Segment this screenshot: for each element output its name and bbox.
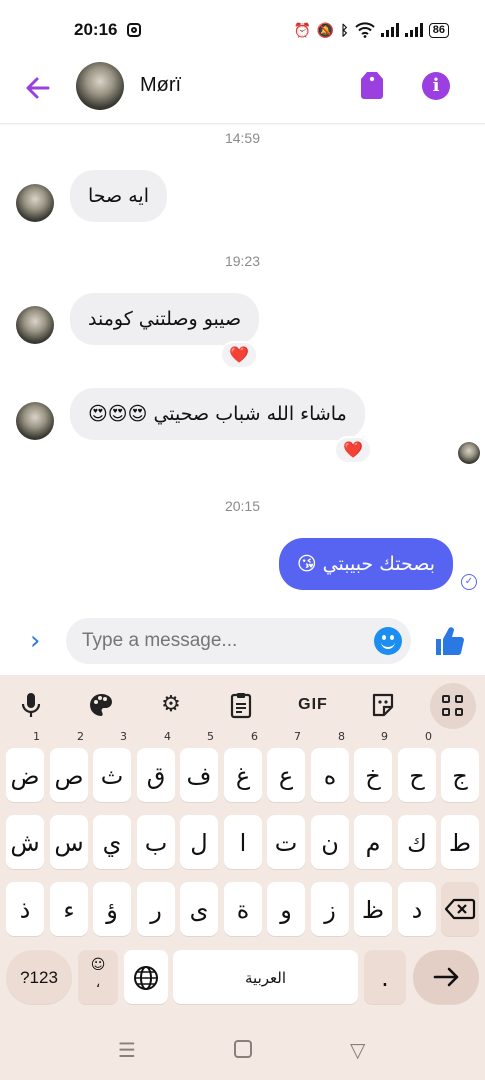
keyboard: ⚙ GIF 1ض 2ص 3ث 4ق 5ف 6غ 7ع 8ه 9خ 0ح ج ش … [0,675,485,1080]
key[interactable]: 1ض [6,730,44,802]
outgoing-message[interactable]: بصحتك حبيبتي 😘 [278,538,453,590]
key[interactable]: ء [50,882,88,936]
bluetooth-icon: ᛒ [340,22,349,38]
message-input[interactable] [66,618,411,664]
comma-label: ، [95,975,101,991]
key[interactable]: 6غ [224,730,262,802]
gear-icon[interactable]: ⚙ [158,691,184,719]
heart-reaction[interactable]: ❤️ [334,436,372,464]
message-composer: › [0,612,485,672]
seen-avatar [458,442,480,464]
palette-icon[interactable] [88,691,114,719]
sent-check-icon: ✓ [461,574,477,590]
language-key[interactable] [124,950,168,1004]
sticker-icon[interactable] [370,691,396,719]
incoming-message[interactable]: ايه صحا [70,170,167,222]
key[interactable]: ت [267,815,305,869]
key[interactable]: 4ق [137,730,175,802]
signal-icon-2 [404,23,423,37]
tag-icon[interactable] [358,70,386,100]
mute-icon: 🔕 [316,21,335,38]
screen: 20:16 ⏰ 🔕 ᛒ 86 Mørï i 14:59 ايه صحا 19:2… [0,0,485,1080]
sender-avatar[interactable] [16,306,54,344]
key[interactable]: 2ص [50,730,88,802]
instagram-notification-icon [127,23,142,37]
info-icon[interactable]: i [422,72,450,100]
status-icons: ⏰ 🔕 ᛒ 86 [293,22,449,39]
incoming-message[interactable]: صيبو وصلتني كومند [70,293,260,345]
key[interactable]: ج [441,748,479,802]
key[interactable]: 5ف [180,730,218,802]
thumbs-up-icon[interactable] [433,624,467,658]
timestamp-separator: 14:59 [224,130,261,146]
battery-indicator: 86 [428,22,449,38]
contact-avatar[interactable] [76,62,124,110]
back-arrow-icon[interactable] [22,72,54,104]
key[interactable]: ك [398,815,436,869]
key[interactable]: و [267,882,305,936]
key[interactable]: ر [137,882,175,936]
period-key[interactable]: . [364,950,406,1004]
keyboard-toolbar: ⚙ GIF [0,675,485,737]
home-icon[interactable] [234,1040,252,1058]
status-time: 20:16 [74,20,118,39]
key[interactable]: ظ [354,882,392,936]
key[interactable]: ي [93,815,131,869]
key[interactable]: ز [311,882,349,936]
key[interactable]: ش [6,815,44,869]
key[interactable]: ى [180,882,218,936]
backspace-key[interactable] [441,882,479,936]
sender-avatar[interactable] [16,184,54,222]
key[interactable]: م [354,815,392,869]
space-bar[interactable]: العربية [173,950,358,1004]
gif-button[interactable]: GIF [294,691,332,719]
heart-reaction[interactable]: ❤️ [220,341,258,369]
key[interactable]: 8ه [311,730,349,802]
chat-header: Mørï i [0,60,485,124]
enter-arrow-icon [433,967,459,987]
symbols-key[interactable]: ?123 [6,950,72,1004]
clipboard-icon[interactable] [228,691,254,719]
apps-grid-icon[interactable] [430,683,476,729]
backspace-icon [444,898,476,920]
chevron-right-icon[interactable]: › [30,628,50,654]
key[interactable]: ط [441,815,479,869]
status-bar: 20:16 ⏰ 🔕 ᛒ 86 [0,0,485,60]
incoming-message[interactable]: ماشاء الله شباب صحيتي 😍😍😍 [70,388,365,440]
menu-icon[interactable]: ☰ [118,1038,136,1062]
key[interactable]: س [50,815,88,869]
key[interactable]: ة [224,882,262,936]
sender-avatar[interactable] [16,402,54,440]
back-triangle-icon[interactable]: ▽ [350,1038,365,1062]
key[interactable]: ن [311,815,349,869]
key[interactable]: ؤ [93,882,131,936]
emoji-comma-key[interactable]: ☺ ، [78,950,118,1004]
timestamp-separator: 19:23 [224,253,261,269]
key[interactable]: ل [180,815,218,869]
key[interactable]: ا [224,815,262,869]
wifi-icon [355,22,375,38]
key[interactable]: ب [137,815,175,869]
key[interactable]: 3ث [93,730,131,802]
contact-name[interactable]: Mørï [140,74,181,97]
enter-key[interactable] [413,950,479,1004]
key[interactable]: 7ع [267,730,305,802]
key[interactable]: 9خ [354,730,392,802]
emoji-icon[interactable] [374,627,402,655]
mic-icon[interactable] [18,691,44,719]
globe-icon [134,966,158,990]
key[interactable]: ذ [6,882,44,936]
timestamp-separator: 20:15 [224,498,261,514]
signal-icon [380,23,399,37]
smiley-icon: ☺ [90,957,106,973]
key[interactable]: د [398,882,436,936]
alarm-icon: ⏰ [293,21,311,38]
key[interactable]: 0ح [398,730,436,802]
system-nav-bar: ☰ ▽ [0,1020,485,1080]
